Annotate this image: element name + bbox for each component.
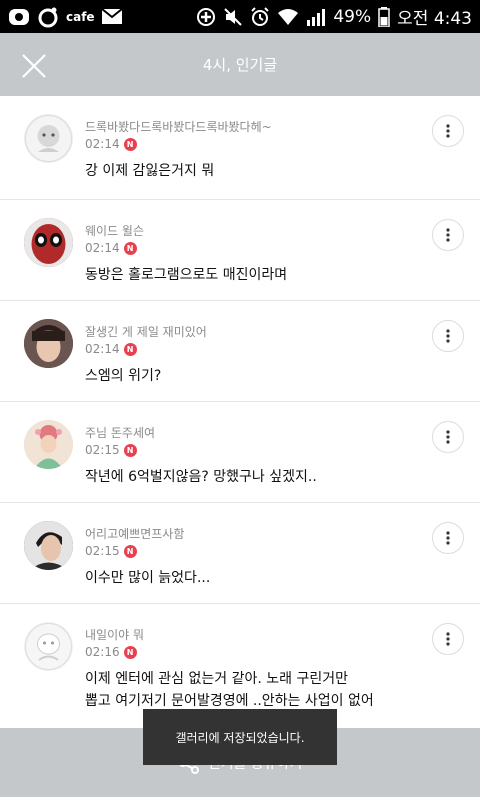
cafe-label: cafe bbox=[66, 9, 95, 24]
list-item[interactable]: 웨이드 윌슨 02:14 N 동방은 홀로그램으로도 매진이라며 bbox=[0, 200, 480, 301]
wifi-icon bbox=[277, 8, 299, 26]
post-time: 02:15 bbox=[85, 544, 120, 558]
avatar bbox=[24, 420, 73, 469]
post-meta: 02:16 N bbox=[85, 645, 137, 659]
new-badge: N bbox=[123, 544, 137, 558]
avatar bbox=[24, 319, 73, 368]
list-item[interactable]: 어리고예쁘면프사함 02:15 N 이수만 많이 늙었다... bbox=[0, 503, 480, 604]
more-vertical-icon bbox=[446, 632, 450, 646]
new-badge: N bbox=[123, 137, 137, 151]
post-meta: 02:15 N bbox=[85, 544, 137, 558]
mail-icon bbox=[101, 9, 122, 24]
alarm-icon bbox=[250, 6, 270, 27]
post-time: 02:14 bbox=[85, 241, 120, 255]
more-options-button[interactable] bbox=[432, 522, 464, 554]
more-vertical-icon bbox=[446, 329, 450, 343]
post-time: 02:16 bbox=[85, 645, 120, 659]
toast-message: 갤러리에 저장되었습니다. bbox=[143, 709, 337, 765]
more-options-button[interactable] bbox=[432, 421, 464, 453]
app-logo-icon bbox=[8, 7, 30, 27]
post-time: 02:14 bbox=[85, 342, 120, 356]
list-item[interactable]: 잘생긴 게 제일 재미있어 02:14 N 스엠의 위기? bbox=[0, 301, 480, 402]
post-time: 02:14 bbox=[85, 137, 120, 151]
post-meta: 02:14 N bbox=[85, 137, 137, 151]
list-item[interactable]: 드록바봤다드록바봤다드록바봤다헤~ 02:14 N 강 이제 감잃은거지 뭐 bbox=[0, 96, 480, 200]
new-badge: N bbox=[123, 342, 137, 356]
post-title[interactable]: 스엠의 위기? bbox=[85, 365, 161, 387]
post-title[interactable]: 동방은 홀로그램으로도 매진이라며 bbox=[85, 264, 287, 286]
more-options-button[interactable] bbox=[432, 623, 464, 655]
more-options-button[interactable] bbox=[432, 320, 464, 352]
post-author: 주님 돈주세여 bbox=[85, 426, 156, 440]
list-item[interactable]: 주님 돈주세여 02:15 N 작년에 6억벌지않음? 망했구나 싶겠지.. bbox=[0, 402, 480, 503]
new-badge: N bbox=[123, 443, 137, 457]
status-bar: cafe 49% 오전 4:43 bbox=[0, 0, 480, 33]
new-badge: N bbox=[123, 241, 137, 255]
avatar bbox=[24, 521, 73, 570]
clock: 오전 4:43 bbox=[397, 9, 472, 29]
post-time: 02:15 bbox=[85, 443, 120, 457]
avatar bbox=[24, 114, 73, 163]
post-list: 드록바봤다드록바봤다드록바봤다헤~ 02:14 N 강 이제 감잃은거지 뭐 웨… bbox=[0, 96, 480, 728]
post-meta: 02:14 N bbox=[85, 241, 137, 255]
battery-percent: 49% bbox=[333, 6, 372, 27]
page-title: 4시, 인기글 bbox=[202, 56, 278, 74]
avatar bbox=[24, 218, 73, 267]
top-app-bar: 4시, 인기글 bbox=[0, 33, 480, 96]
more-vertical-icon bbox=[446, 228, 450, 242]
more-options-button[interactable] bbox=[432, 219, 464, 251]
post-author: 잘생긴 게 제일 재미있어 bbox=[85, 325, 207, 339]
post-author: 내일이야 뭐 bbox=[85, 628, 145, 642]
battery-icon bbox=[378, 6, 390, 27]
close-button[interactable] bbox=[18, 50, 50, 82]
post-meta: 02:15 N bbox=[85, 443, 137, 457]
new-badge: N bbox=[123, 645, 137, 659]
signal-icon bbox=[306, 8, 326, 26]
post-title-line: 이제 엔터에 관심 없는거 같아. 노래 구린거만 bbox=[85, 671, 348, 687]
more-vertical-icon bbox=[446, 430, 450, 444]
post-title[interactable]: 작년에 6억벌지않음? 망했구나 싶겠지.. bbox=[85, 466, 317, 488]
post-title[interactable]: 이제 엔터에 관심 없는거 같아. 노래 구린거만 뽑고 여기저기 문어발경영에… bbox=[85, 668, 374, 712]
post-title[interactable]: 이수만 많이 늙었다... bbox=[85, 567, 210, 589]
post-meta: 02:14 N bbox=[85, 342, 137, 356]
avatar bbox=[24, 622, 73, 671]
post-author: 드록바봤다드록바봤다드록바봤다헤~ bbox=[85, 120, 272, 134]
more-vertical-icon bbox=[446, 124, 450, 138]
cafe-logo-icon bbox=[37, 6, 59, 28]
mute-icon bbox=[223, 7, 243, 27]
post-author: 웨이드 윌슨 bbox=[85, 224, 145, 238]
close-icon bbox=[22, 54, 46, 78]
post-title[interactable]: 강 이제 감잃은거지 뭐 bbox=[85, 160, 214, 182]
post-author: 어리고예쁘면프사함 bbox=[85, 527, 185, 541]
data-saver-icon bbox=[196, 7, 216, 27]
more-vertical-icon bbox=[446, 531, 450, 545]
more-options-button[interactable] bbox=[432, 115, 464, 147]
